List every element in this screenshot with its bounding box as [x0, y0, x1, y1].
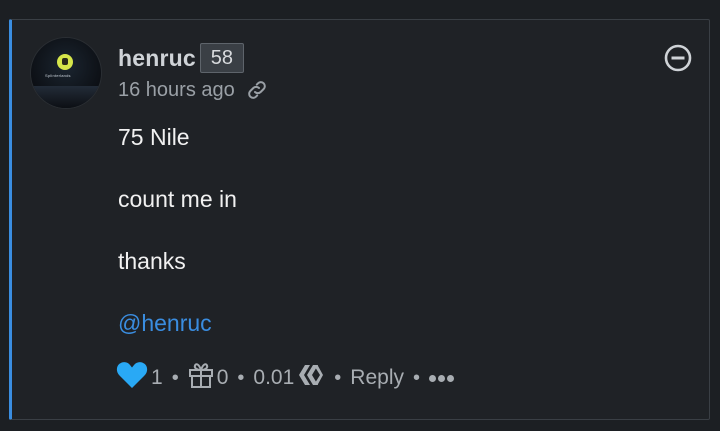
avatar-background	[31, 86, 101, 108]
page: Splinterlands henruc 58 16 hours ago 75 …	[0, 0, 720, 431]
comment-card: Splinterlands henruc 58 16 hours ago 75 …	[9, 19, 710, 420]
mention-link[interactable]: @henruc	[118, 310, 212, 336]
meta-row: 16 hours ago	[118, 78, 269, 102]
separator-dot: •	[334, 366, 342, 389]
minus-circle-icon[interactable]	[663, 43, 693, 73]
author-name[interactable]: henruc	[118, 45, 196, 72]
link-icon[interactable]	[245, 78, 269, 102]
reply-button[interactable]: Reply	[350, 366, 404, 390]
comment-body: 75 Nile count me in thanks @henruc	[118, 124, 237, 372]
body-line: count me in	[118, 186, 237, 212]
timestamp[interactable]: 16 hours ago	[118, 79, 235, 102]
separator-dot: •	[171, 366, 179, 389]
separator-dot: •	[237, 366, 245, 389]
avatar-logo-text: Splinterlands	[45, 73, 71, 78]
heart-icon[interactable]	[116, 361, 148, 395]
gift-count[interactable]: 0	[217, 366, 229, 390]
separator-dot: •	[413, 366, 421, 389]
body-line: thanks	[118, 248, 186, 274]
upvote-count[interactable]: 1	[151, 366, 163, 390]
splinterlands-logo-icon	[57, 54, 73, 70]
more-options-icon[interactable]	[429, 374, 455, 382]
payout-amount[interactable]: 0.01	[253, 366, 294, 390]
author-row: henruc 58	[118, 42, 244, 74]
hive-icon	[297, 363, 325, 393]
avatar[interactable]: Splinterlands	[31, 38, 101, 108]
gift-icon[interactable]	[188, 361, 214, 395]
body-line: 75 Nile	[118, 124, 190, 150]
reputation-badge: 58	[199, 43, 244, 73]
comment-footer: 1 • 0 • 0.01 • Reply •	[116, 361, 455, 395]
